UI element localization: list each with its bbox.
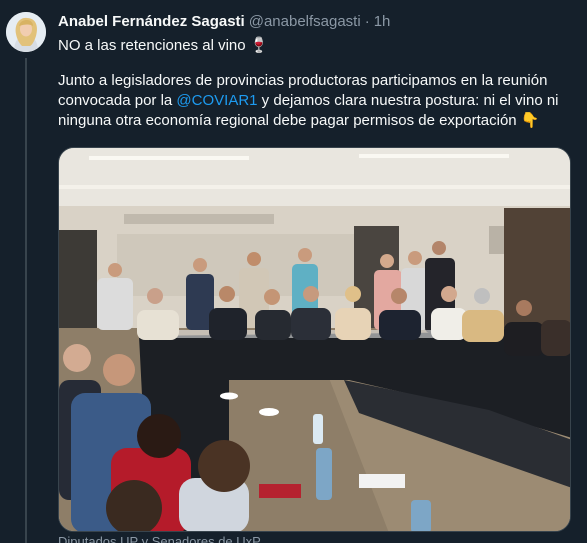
tweet-text: NO a las retenciones al vino 🍷 Junto a l… — [58, 36, 578, 131]
tweet-text-line-1: NO a las retenciones al vino 🍷 — [58, 37, 269, 54]
avatar[interactable] — [6, 12, 46, 52]
profile-photo-icon — [6, 12, 46, 52]
tweet-text-segment: y dejamos clara nuestra postura: ni el v… — [257, 92, 559, 109]
author-name[interactable]: Anabel Fernández Sagasti — [58, 13, 245, 30]
tweet-text-line-2: Junto a legisladores de provincias produ… — [58, 72, 548, 89]
author-handle[interactable]: @anabelfsagasti — [249, 13, 361, 30]
tweet-text-line-3: convocada por la @COVIAR1 y dejamos clar… — [58, 91, 578, 111]
mention-link[interactable]: @COVIAR1 — [176, 92, 257, 109]
separator-dot: · — [364, 13, 370, 30]
tweet[interactable]: Anabel Fernández Sagasti @anabelfsagasti… — [0, 0, 587, 543]
media-photo[interactable] — [58, 147, 571, 532]
tweet-text-line-4: ninguna otra economía regional debe paga… — [58, 112, 540, 129]
tweet-header: Anabel Fernández Sagasti @anabelfsagasti… — [58, 13, 390, 33]
media-caption: Diputados UP y Senadores de UxP — [58, 534, 261, 543]
thread-line — [25, 58, 27, 543]
tweet-text-segment: convocada por la — [58, 92, 177, 109]
timestamp[interactable]: 1h — [374, 13, 391, 30]
meeting-photo-icon — [59, 148, 570, 531]
